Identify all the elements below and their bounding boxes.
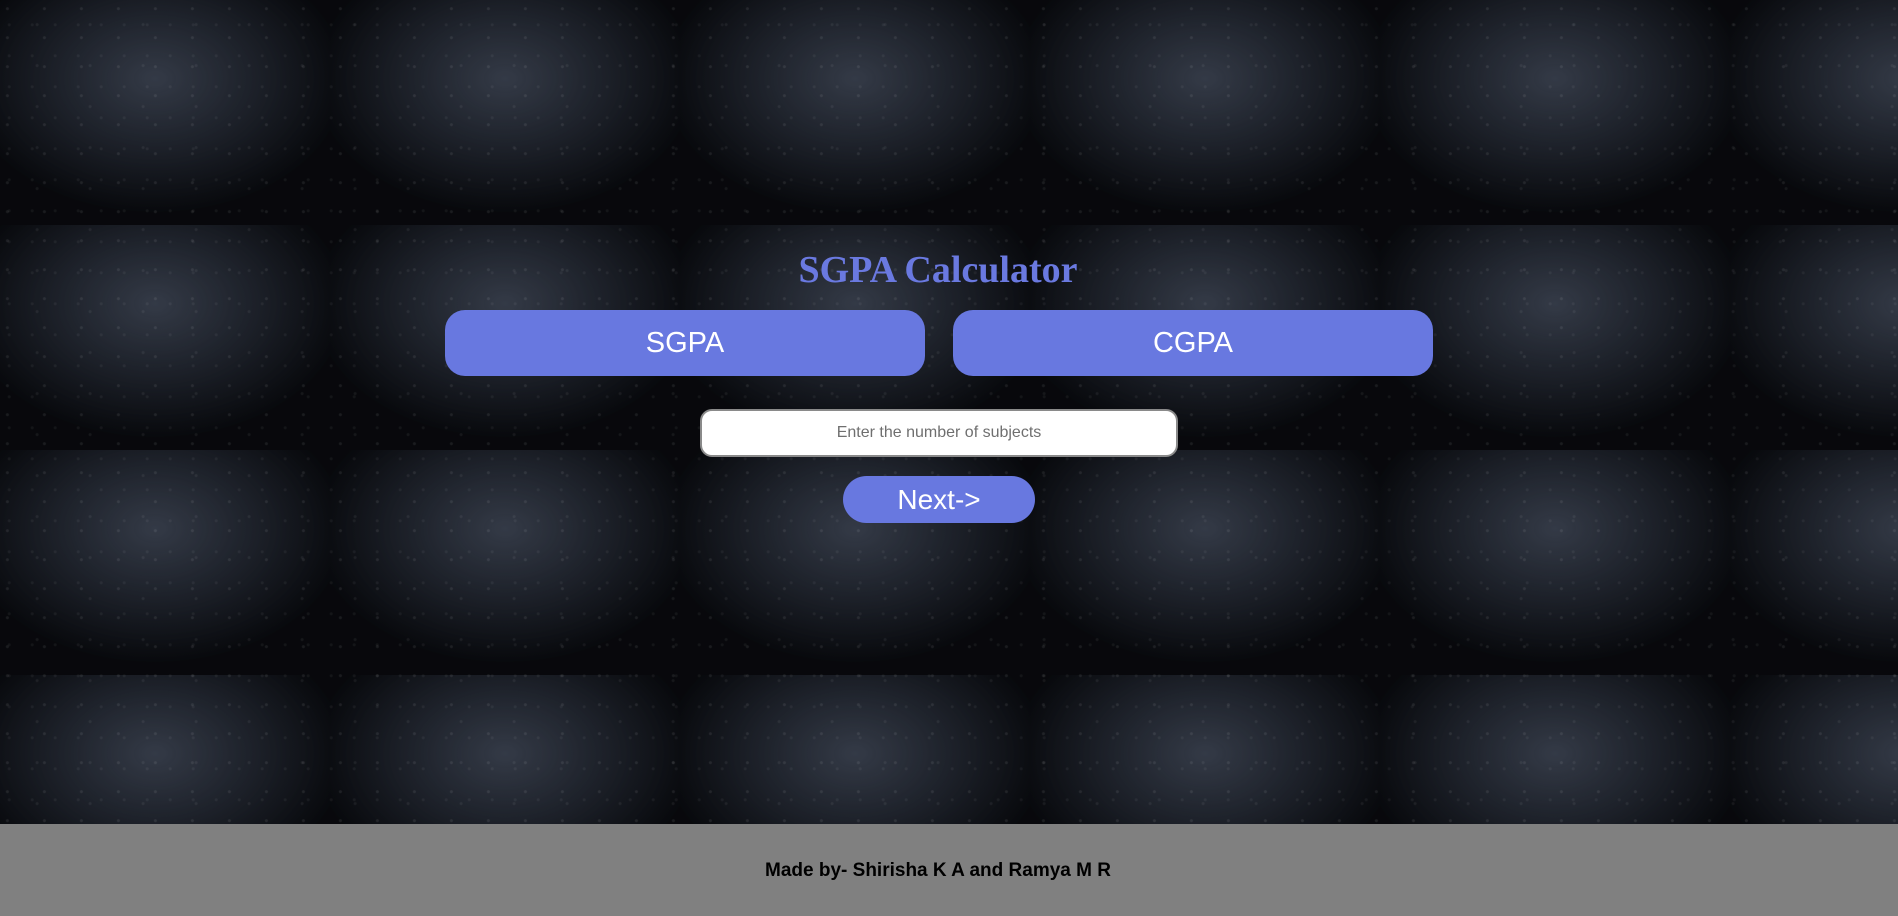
cgpa-mode-button[interactable]: CGPA xyxy=(953,310,1433,376)
footer-credit: Made by- Shirisha K A and Ramya M R xyxy=(765,860,1111,881)
calculator-panel: SGPA Calculator SGPA CGPA Next-> xyxy=(0,0,1898,824)
sgpa-mode-button[interactable]: SGPA xyxy=(445,310,925,376)
next-button[interactable]: Next-> xyxy=(843,476,1035,523)
page-title: SGPA Calculator xyxy=(798,249,1078,291)
footer: Made by- Shirisha K A and Ramya M R xyxy=(0,824,1898,916)
subject-count-input[interactable] xyxy=(700,409,1178,457)
